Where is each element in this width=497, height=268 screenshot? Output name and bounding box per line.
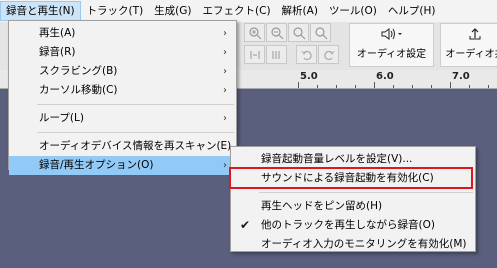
- menu-item-play[interactable]: 再生(A) ›: [9, 24, 236, 43]
- zoom-out-icon[interactable]: [266, 23, 287, 42]
- menu-item-pin-playhead[interactable]: 再生ヘッドをピン留め(H): [231, 197, 475, 216]
- chevron-right-icon: ›: [223, 113, 227, 124]
- share-audio-button[interactable]: オーディオ共: [440, 23, 497, 67]
- menu-item-loop[interactable]: ループ(L) ›: [9, 109, 236, 128]
- ruler-tick: [412, 85, 413, 88]
- chevron-right-icon: ›: [223, 66, 227, 77]
- menu-item-label: オーディオ入力のモニタリングを有効化(M): [261, 238, 467, 250]
- menu-item-scrubbing[interactable]: スクラビング(B) ›: [9, 62, 236, 81]
- audio-setup-button[interactable]: オーディオ設定: [349, 23, 434, 67]
- ruler-label: 5.0: [300, 71, 318, 82]
- menu-help[interactable]: ヘルプ(H): [383, 1, 441, 21]
- menu-tools[interactable]: ツール(O): [324, 1, 382, 21]
- ruler-label: 7.0: [452, 71, 470, 82]
- menu-item-label: 再生(A): [39, 27, 76, 39]
- menu-item-label: 録音起動音量レベルを設定(V)...: [261, 153, 413, 165]
- record-play-options-submenu: 録音起動音量レベルを設定(V)... サウンドによる録音起動を有効化(C) 再生…: [230, 146, 476, 252]
- menu-track[interactable]: トラック(T): [82, 1, 149, 21]
- ruler-tick: [431, 85, 432, 88]
- menu-item-record[interactable]: 録音(R) ›: [9, 43, 236, 62]
- menu-item-label: カーソル移動(C): [39, 84, 118, 96]
- ruler-tick: [298, 82, 299, 88]
- speaker-icon: [350, 27, 433, 48]
- fit-selection-icon[interactable]: [288, 23, 309, 42]
- menu-bar: 録音と再生(N) トラック(T) 生成(G) エフェクト(C) 解析(A) ツー…: [0, 0, 497, 22]
- ruler-tick: [393, 85, 394, 88]
- chevron-right-icon: ›: [223, 160, 227, 171]
- fit-project-icon[interactable]: [310, 23, 331, 42]
- menu-item-label: 他のトラックを再生しながら録音(O): [261, 219, 435, 231]
- menu-item-label: 再生ヘッドをピン留め(H): [261, 200, 383, 212]
- menu-item-record-play-options[interactable]: 録音/再生オプション(O) ›: [9, 156, 236, 175]
- menu-separator: [37, 132, 234, 133]
- chevron-right-icon: ›: [223, 47, 227, 58]
- ruler-tick: [450, 82, 451, 88]
- undo-icon[interactable]: [296, 45, 317, 64]
- silence-icon[interactable]: [266, 45, 287, 64]
- menu-item-set-trigger-level[interactable]: 録音起動音量レベルを設定(V)...: [231, 150, 475, 169]
- ruler-tick: [317, 85, 318, 88]
- menu-item-cursor-move[interactable]: カーソル移動(C) ›: [9, 81, 236, 100]
- menu-separator: [259, 192, 473, 193]
- ruler-label: 6.0: [376, 71, 394, 82]
- menu-item-label: オーディオデバイス情報を再スキャン(E): [39, 140, 232, 152]
- menu-effect[interactable]: エフェクト(C): [198, 1, 276, 21]
- record-play-menu: 再生(A) › 録音(R) › スクラビング(B) › カーソル移動(C) › …: [8, 20, 237, 175]
- ruler-tick: [469, 85, 470, 88]
- menu-item-sound-activated-recording[interactable]: サウンドによる録音起動を有効化(C): [231, 169, 475, 188]
- menu-item-label: 録音/再生オプション(O): [39, 159, 154, 171]
- redo-icon[interactable]: [318, 45, 339, 64]
- menu-item-label: スクラビング(B): [39, 65, 118, 77]
- menu-item-input-monitoring[interactable]: オーディオ入力のモニタリングを有効化(M): [231, 235, 475, 254]
- menu-item-label: 録音(R): [39, 46, 76, 58]
- menu-generate[interactable]: 生成(G): [149, 1, 196, 21]
- checkmark-icon: ✔: [240, 218, 251, 232]
- menu-item-overdub[interactable]: ✔ 他のトラックを再生しながら録音(O): [231, 216, 475, 235]
- ruler-tick: [355, 85, 356, 88]
- ruler-tick: [374, 82, 375, 88]
- menu-analyze[interactable]: 解析(A): [277, 1, 323, 21]
- ruler-tick: [336, 85, 337, 88]
- audio-setup-label: オーディオ設定: [356, 49, 427, 60]
- menu-item-rescan-devices[interactable]: オーディオデバイス情報を再スキャン(E): [9, 137, 236, 156]
- zoom-in-icon[interactable]: [244, 23, 265, 42]
- chevron-right-icon: ›: [223, 28, 227, 39]
- menu-record-play[interactable]: 録音と再生(N): [0, 1, 81, 21]
- share-icon: [441, 27, 497, 48]
- share-audio-label: オーディオ共: [445, 49, 497, 60]
- menu-item-label: ループ(L): [39, 112, 84, 124]
- menu-separator: [37, 104, 234, 105]
- trim-icon[interactable]: [244, 45, 265, 64]
- ruler-tick: [488, 85, 489, 88]
- menu-item-label: サウンドによる録音起動を有効化(C): [261, 172, 434, 184]
- chevron-right-icon: ›: [223, 85, 227, 96]
